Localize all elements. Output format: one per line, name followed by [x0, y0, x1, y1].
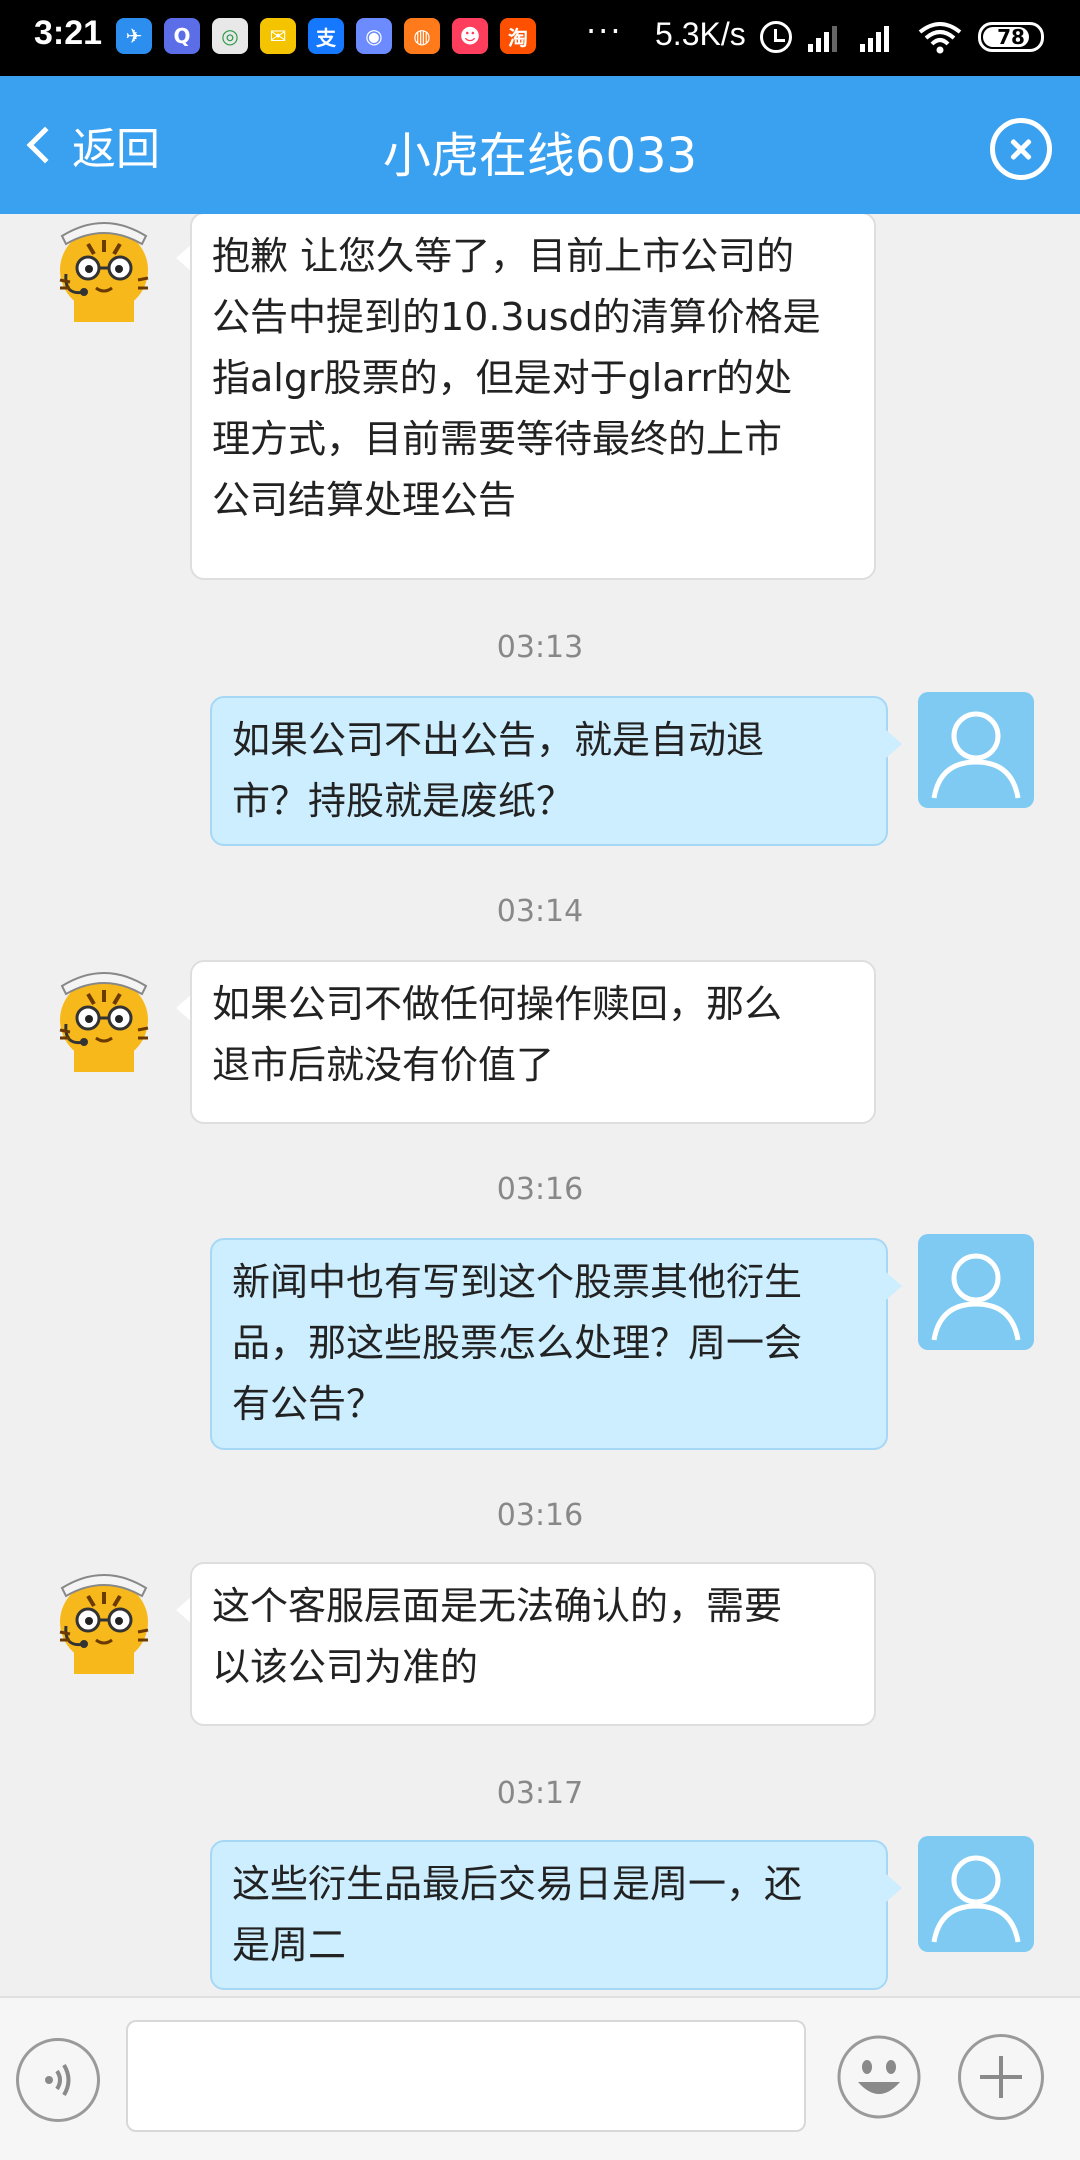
tiger-mascot-icon [59, 972, 149, 1072]
agent-message-bubble[interactable]: 如果公司不做任何操作赎回，那么 退市后就没有价值了 [190, 960, 876, 1124]
message-text: 新闻中也有写到这个股票其他衍生 品，那这些股票怎么处理？周一会 有公告？ [232, 1260, 803, 1426]
message-timestamp: 03:17 [496, 1776, 584, 1811]
chrome-app-icon: ◎ [212, 18, 248, 54]
network-speed: 5.3K/s [655, 16, 746, 52]
chat-message-list[interactable]: 抱歉 让您久等了，目前上市公司的 公告中提到的10.3usd的清算价格是 指al… [0, 214, 1080, 1996]
message-text: 这个客服层面是无法确认的，需要 以该公司为准的 [212, 1584, 783, 1689]
message-timestamp: 03:14 [496, 894, 584, 929]
user-message-bubble[interactable]: 如果公司不出公告，就是自动退 市？持股就是废纸？ [210, 696, 888, 846]
bubble-tail [886, 730, 902, 758]
user-profile-icon [931, 1253, 1021, 1341]
pinduoduo-app-icon: ☻ [452, 18, 488, 54]
weibo-app-icon: ◍ [404, 18, 440, 54]
page-title: 小虎在线6033 [382, 128, 698, 184]
message-text: 如果公司不做任何操作赎回，那么 退市后就没有价值了 [212, 982, 783, 1087]
chat-app-icon: ◉ [356, 18, 392, 54]
signal-strength-icon [808, 22, 837, 52]
user-avatar[interactable] [918, 1836, 1034, 1952]
message-text: 如果公司不出公告，就是自动退 市？持股就是废纸？ [232, 718, 765, 823]
telegram-app-icon: ✈ [116, 18, 152, 54]
battery-icon: 78 [978, 22, 1044, 52]
message-text: 这些衍生品最后交易日是周一，还 是周二 [232, 1862, 803, 1967]
input-bar [0, 1996, 1080, 2160]
bubble-tail [886, 1272, 902, 1300]
voice-icon [45, 2063, 71, 2097]
wifi-icon [918, 22, 962, 54]
user-avatar[interactable] [918, 692, 1034, 808]
more-notifications-icon: ··· [586, 12, 623, 50]
smiley-icon [837, 2035, 921, 2119]
alarm-icon [760, 21, 792, 53]
agent-avatar[interactable] [52, 214, 156, 322]
close-button[interactable] [990, 118, 1052, 180]
agent-avatar[interactable] [52, 1566, 156, 1674]
agent-message-bubble[interactable]: 这个客服层面是无法确认的，需要 以该公司为准的 [190, 1562, 876, 1726]
more-options-button[interactable] [958, 2034, 1044, 2120]
browser-app-icon: Q [164, 18, 200, 54]
message-input[interactable] [126, 2020, 806, 2132]
agent-message-bubble[interactable]: 抱歉 让您久等了，目前上市公司的 公告中提到的10.3usd的清算价格是 指al… [190, 214, 876, 580]
tiger-mascot-icon [59, 222, 149, 322]
voice-input-button[interactable] [16, 2038, 100, 2122]
user-message-bubble[interactable]: 新闻中也有写到这个股票其他衍生 品，那这些股票怎么处理？周一会 有公告？ [210, 1238, 888, 1450]
message-timestamp: 03:16 [496, 1498, 584, 1533]
alipay-app-icon: 支 [308, 18, 344, 54]
status-bar: 3:21 ✈ Q ◎ ✉ 支 ◉ ◍ ☻ 淘 ··· 5.3K/s 78 [0, 0, 1080, 76]
user-profile-icon [931, 711, 1021, 799]
signal-hd-icon [860, 22, 889, 52]
mail-app-icon: ✉ [260, 18, 296, 54]
message-text: 抱歉 让您久等了，目前上市公司的 公告中提到的10.3usd的清算价格是 指al… [212, 234, 821, 522]
emoji-button[interactable] [836, 2034, 922, 2120]
tiger-mascot-icon [59, 1574, 149, 1674]
message-timestamp: 03:16 [496, 1172, 584, 1207]
user-message-bubble[interactable]: 这些衍生品最后交易日是周一，还 是周二 [210, 1840, 888, 1990]
message-timestamp: 03:13 [496, 630, 584, 665]
battery-level: 78 [997, 25, 1025, 49]
taobao-app-icon: 淘 [500, 18, 536, 54]
bubble-tail [886, 1874, 902, 1902]
agent-avatar[interactable] [52, 964, 156, 1072]
status-time: 3:21 [34, 14, 103, 52]
title-bar: 返回 小虎在线6033 [0, 76, 1080, 214]
user-avatar[interactable] [918, 1234, 1034, 1350]
notification-app-icons: ✈ Q ◎ ✉ 支 ◉ ◍ ☻ 淘 [116, 18, 536, 54]
user-profile-icon [931, 1855, 1021, 1943]
